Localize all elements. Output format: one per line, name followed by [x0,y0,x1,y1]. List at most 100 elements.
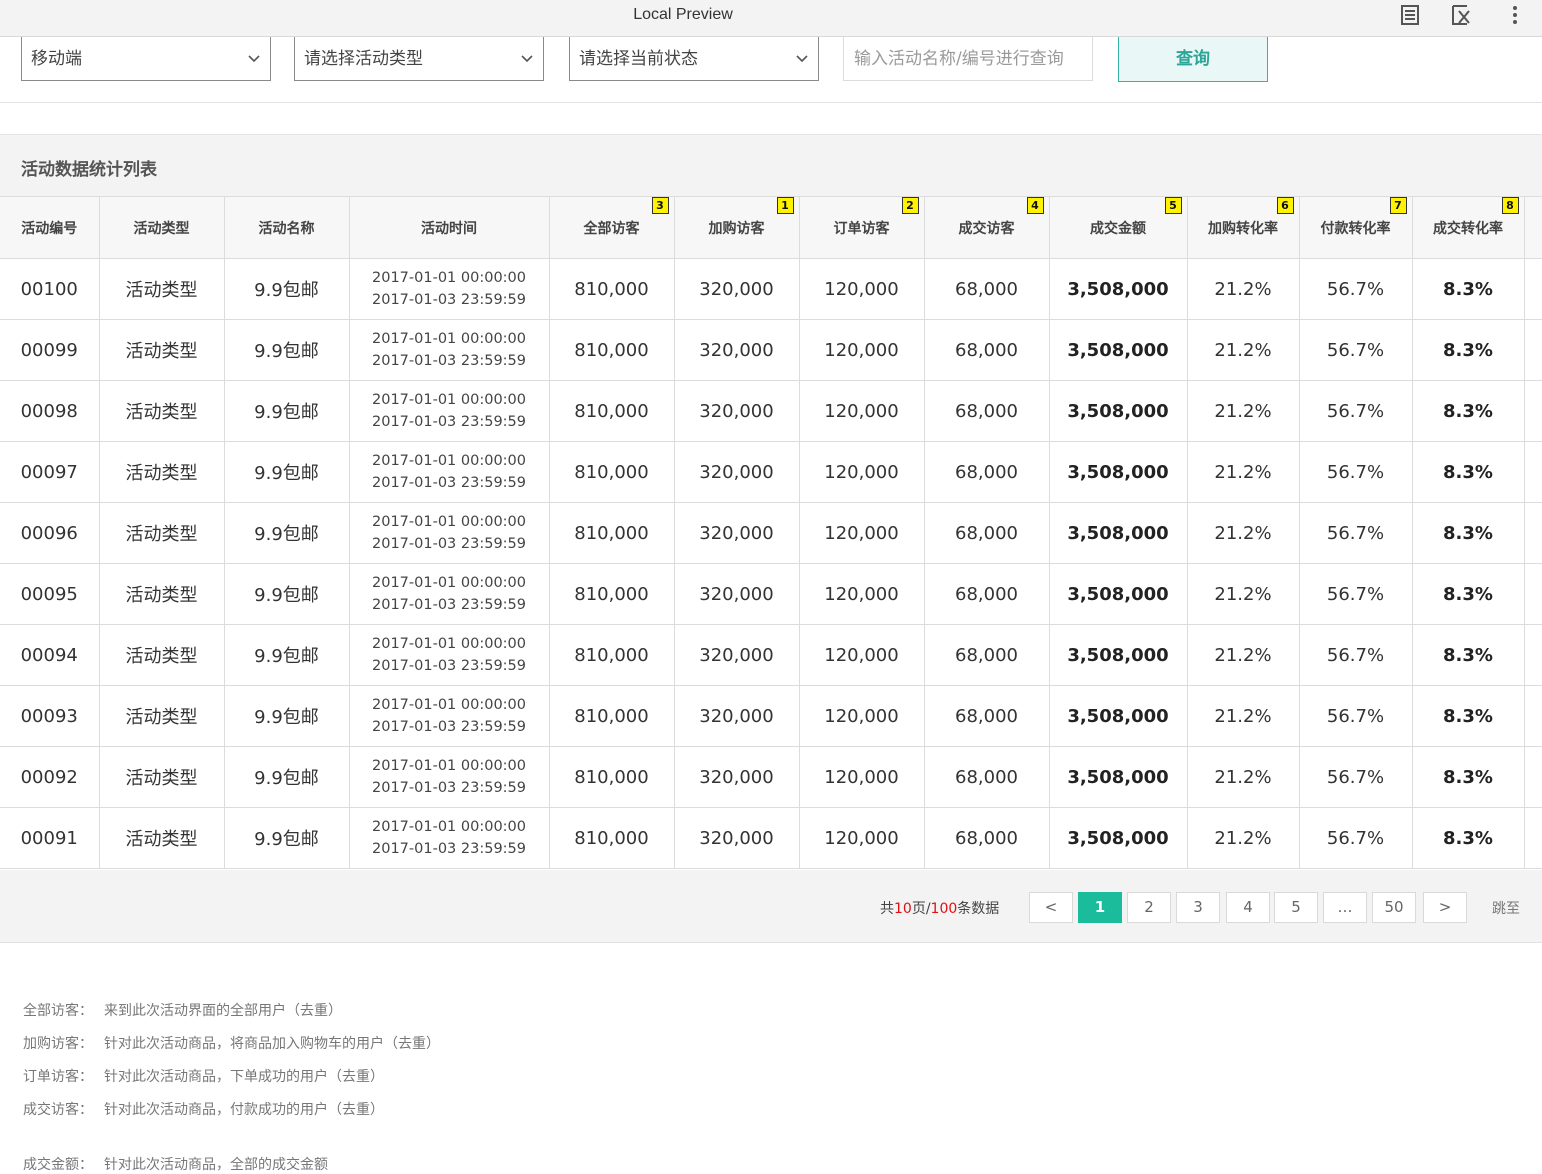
platform-select[interactable]: 移动端 [21,37,271,81]
cell-overflow [1523,624,1542,686]
column-badge: 3 [651,197,669,214]
cell-order-visitors: 120,000 [798,258,925,320]
kebab-menu-icon[interactable] [1504,4,1526,26]
cell-cart-visitors: 320,000 [673,624,800,686]
cell-name: 9.9包邮 [223,746,350,808]
table-row[interactable]: 00099 活动类型 9.9包邮 2017-01-01 00:00:00 2017-01… [0,319,1542,381]
table-row[interactable]: 00093 活动类型 9.9包邮 2017-01-01 00:00:00 2017-01… [0,685,1542,747]
page-button[interactable]: 1 [1078,892,1122,923]
cell-time-end: 2017-01-03 23:59:59 [372,780,526,796]
page-button[interactable]: 4 [1226,892,1270,923]
cell-all-visitors: 810,000 [548,563,675,625]
page-button[interactable]: 3 [1176,892,1220,923]
cell-overflow [1523,258,1542,320]
cell-order-visitors: 120,000 [798,319,925,381]
cell-cart-visitors: 320,000 [673,746,800,808]
table-row[interactable]: 00100 活动类型 9.9包邮 2017-01-01 00:00:00 2017-01… [0,258,1542,320]
cell-pay-rate: 56.7% [1298,441,1413,503]
note-key: 成交金额： [23,1157,93,1173]
cell-id: 00094 [0,624,100,686]
column-header-label: 全部访客 [583,220,640,237]
cell-all-visitors: 810,000 [548,746,675,808]
table-row[interactable]: 00091 活动类型 9.9包邮 2017-01-01 00:00:00 2017-01… [0,807,1542,869]
note-line: 全部访客： 来到此次活动界面的全部用户（去重） [23,1000,342,1020]
cell-time: 2017-01-01 00:00:00 2017-01-03 23:59:59 [348,685,550,747]
cell-overflow [1523,746,1542,808]
cell-order-visitors: 120,000 [798,441,925,503]
cell-time-end: 2017-01-03 23:59:59 [372,658,526,674]
status-select-value: 请选择当前状态 [579,49,698,69]
note-text: 针对此次活动商品，将商品加入购物车的用户（去重） [104,1036,440,1052]
cell-deal-amount: 3,508,000 [1048,746,1188,808]
note-line: 成交访客： 针对此次活动商品，付款成功的用户（去重） [23,1099,384,1119]
chevron-down-icon [796,55,808,63]
note-line: 加购访客： 针对此次活动商品，将商品加入购物车的用户（去重） [23,1033,440,1053]
cell-type: 活动类型 [98,685,225,747]
table-row[interactable]: 00096 活动类型 9.9包邮 2017-01-01 00:00:00 2017-01… [0,502,1542,564]
pages-unit: 页/ [911,901,931,917]
cell-time-start: 2017-01-01 00:00:00 [372,331,526,347]
column-header: 成交访客 4 [923,196,1050,259]
cell-overflow [1523,563,1542,625]
close-doc-icon[interactable] [1450,4,1472,26]
table-row[interactable]: 00098 活动类型 9.9包邮 2017-01-01 00:00:00 2017-01… [0,380,1542,442]
cell-type: 活动类型 [98,746,225,808]
cell-cart-rate: 21.2% [1186,624,1300,686]
cell-time-end: 2017-01-03 23:59:59 [372,353,526,369]
filter-bar: 移动端 请选择活动类型 请选择当前状态 查询 [0,37,1542,103]
cell-cart-visitors: 320,000 [673,441,800,503]
doc-icon[interactable] [1399,4,1421,26]
cell-name: 9.9包邮 [223,502,350,564]
table-row[interactable]: 00094 活动类型 9.9包邮 2017-01-01 00:00:00 2017-01… [0,624,1542,686]
page-button[interactable]: 50 [1372,892,1416,923]
prev-page-button[interactable]: < [1029,892,1073,923]
table-row[interactable]: 00097 活动类型 9.9包邮 2017-01-01 00:00:00 2017-01… [0,441,1542,503]
cell-overflow [1523,685,1542,747]
cell-time-end: 2017-01-03 23:59:59 [372,536,526,552]
column-header: 全部访客 3 [548,196,675,259]
page-button[interactable]: 2 [1127,892,1171,923]
cell-pay-rate: 56.7% [1298,685,1413,747]
cell-type: 活动类型 [98,624,225,686]
cell-order-visitors: 120,000 [798,502,925,564]
cell-deal-rate: 8.3% [1411,563,1525,625]
note-key: 加购访客： [23,1036,93,1052]
column-header-label: 付款转化率 [1320,220,1391,237]
cell-cart-visitors: 320,000 [673,563,800,625]
platform-select-value: 移动端 [31,49,82,69]
cell-deal-visitors: 68,000 [923,563,1050,625]
note-line: 订单访客： 针对此次活动商品，下单成功的用户（去重） [23,1066,384,1086]
column-header: 活动名称 [223,196,350,259]
table-row[interactable]: 00092 活动类型 9.9包邮 2017-01-01 00:00:00 2017-01… [0,746,1542,808]
jump-to-label: 跳至 [1492,901,1520,917]
cell-deal-visitors: 68,000 [923,319,1050,381]
cell-name: 9.9包邮 [223,624,350,686]
cell-type: 活动类型 [98,563,225,625]
note-line: 成交金额： 针对此次活动商品，全部的成交金额 [23,1154,328,1174]
cell-deal-amount: 3,508,000 [1048,685,1188,747]
cell-deal-visitors: 68,000 [923,380,1050,442]
cell-name: 9.9包邮 [223,319,350,381]
cell-all-visitors: 810,000 [548,807,675,869]
cell-deal-amount: 3,508,000 [1048,441,1188,503]
search-input[interactable] [843,37,1093,81]
column-header-label: 加购转化率 [1208,220,1278,237]
page-button[interactable]: 5 [1274,892,1318,923]
table-row[interactable]: 00095 活动类型 9.9包邮 2017-01-01 00:00:00 2017-01… [0,563,1542,625]
cell-pay-rate: 56.7% [1298,319,1413,381]
column-header-overflow [1523,196,1542,259]
status-select[interactable]: 请选择当前状态 [569,37,819,81]
stats-table: 活动编号 活动类型 活动名称 活动时间 全部访客 3 加购访客 1 订单访客 2 成交访客 4 成交金额… [0,196,1542,869]
cell-cart-rate: 21.2% [1186,563,1300,625]
cell-time: 2017-01-01 00:00:00 2017-01-03 23:59:59 [348,624,550,686]
cell-overflow [1523,441,1542,503]
cell-deal-amount: 3,508,000 [1048,319,1188,381]
next-page-button[interactable]: > [1423,892,1467,923]
cell-pay-rate: 56.7% [1298,380,1413,442]
note-text: 针对此次活动商品，付款成功的用户（去重） [104,1102,384,1118]
cell-name: 9.9包邮 [223,380,350,442]
cell-time-end: 2017-01-03 23:59:59 [372,841,526,857]
cell-time-start: 2017-01-01 00:00:00 [372,575,526,591]
query-button[interactable]: 查询 [1118,37,1268,82]
activity-type-select[interactable]: 请选择活动类型 [294,37,544,81]
